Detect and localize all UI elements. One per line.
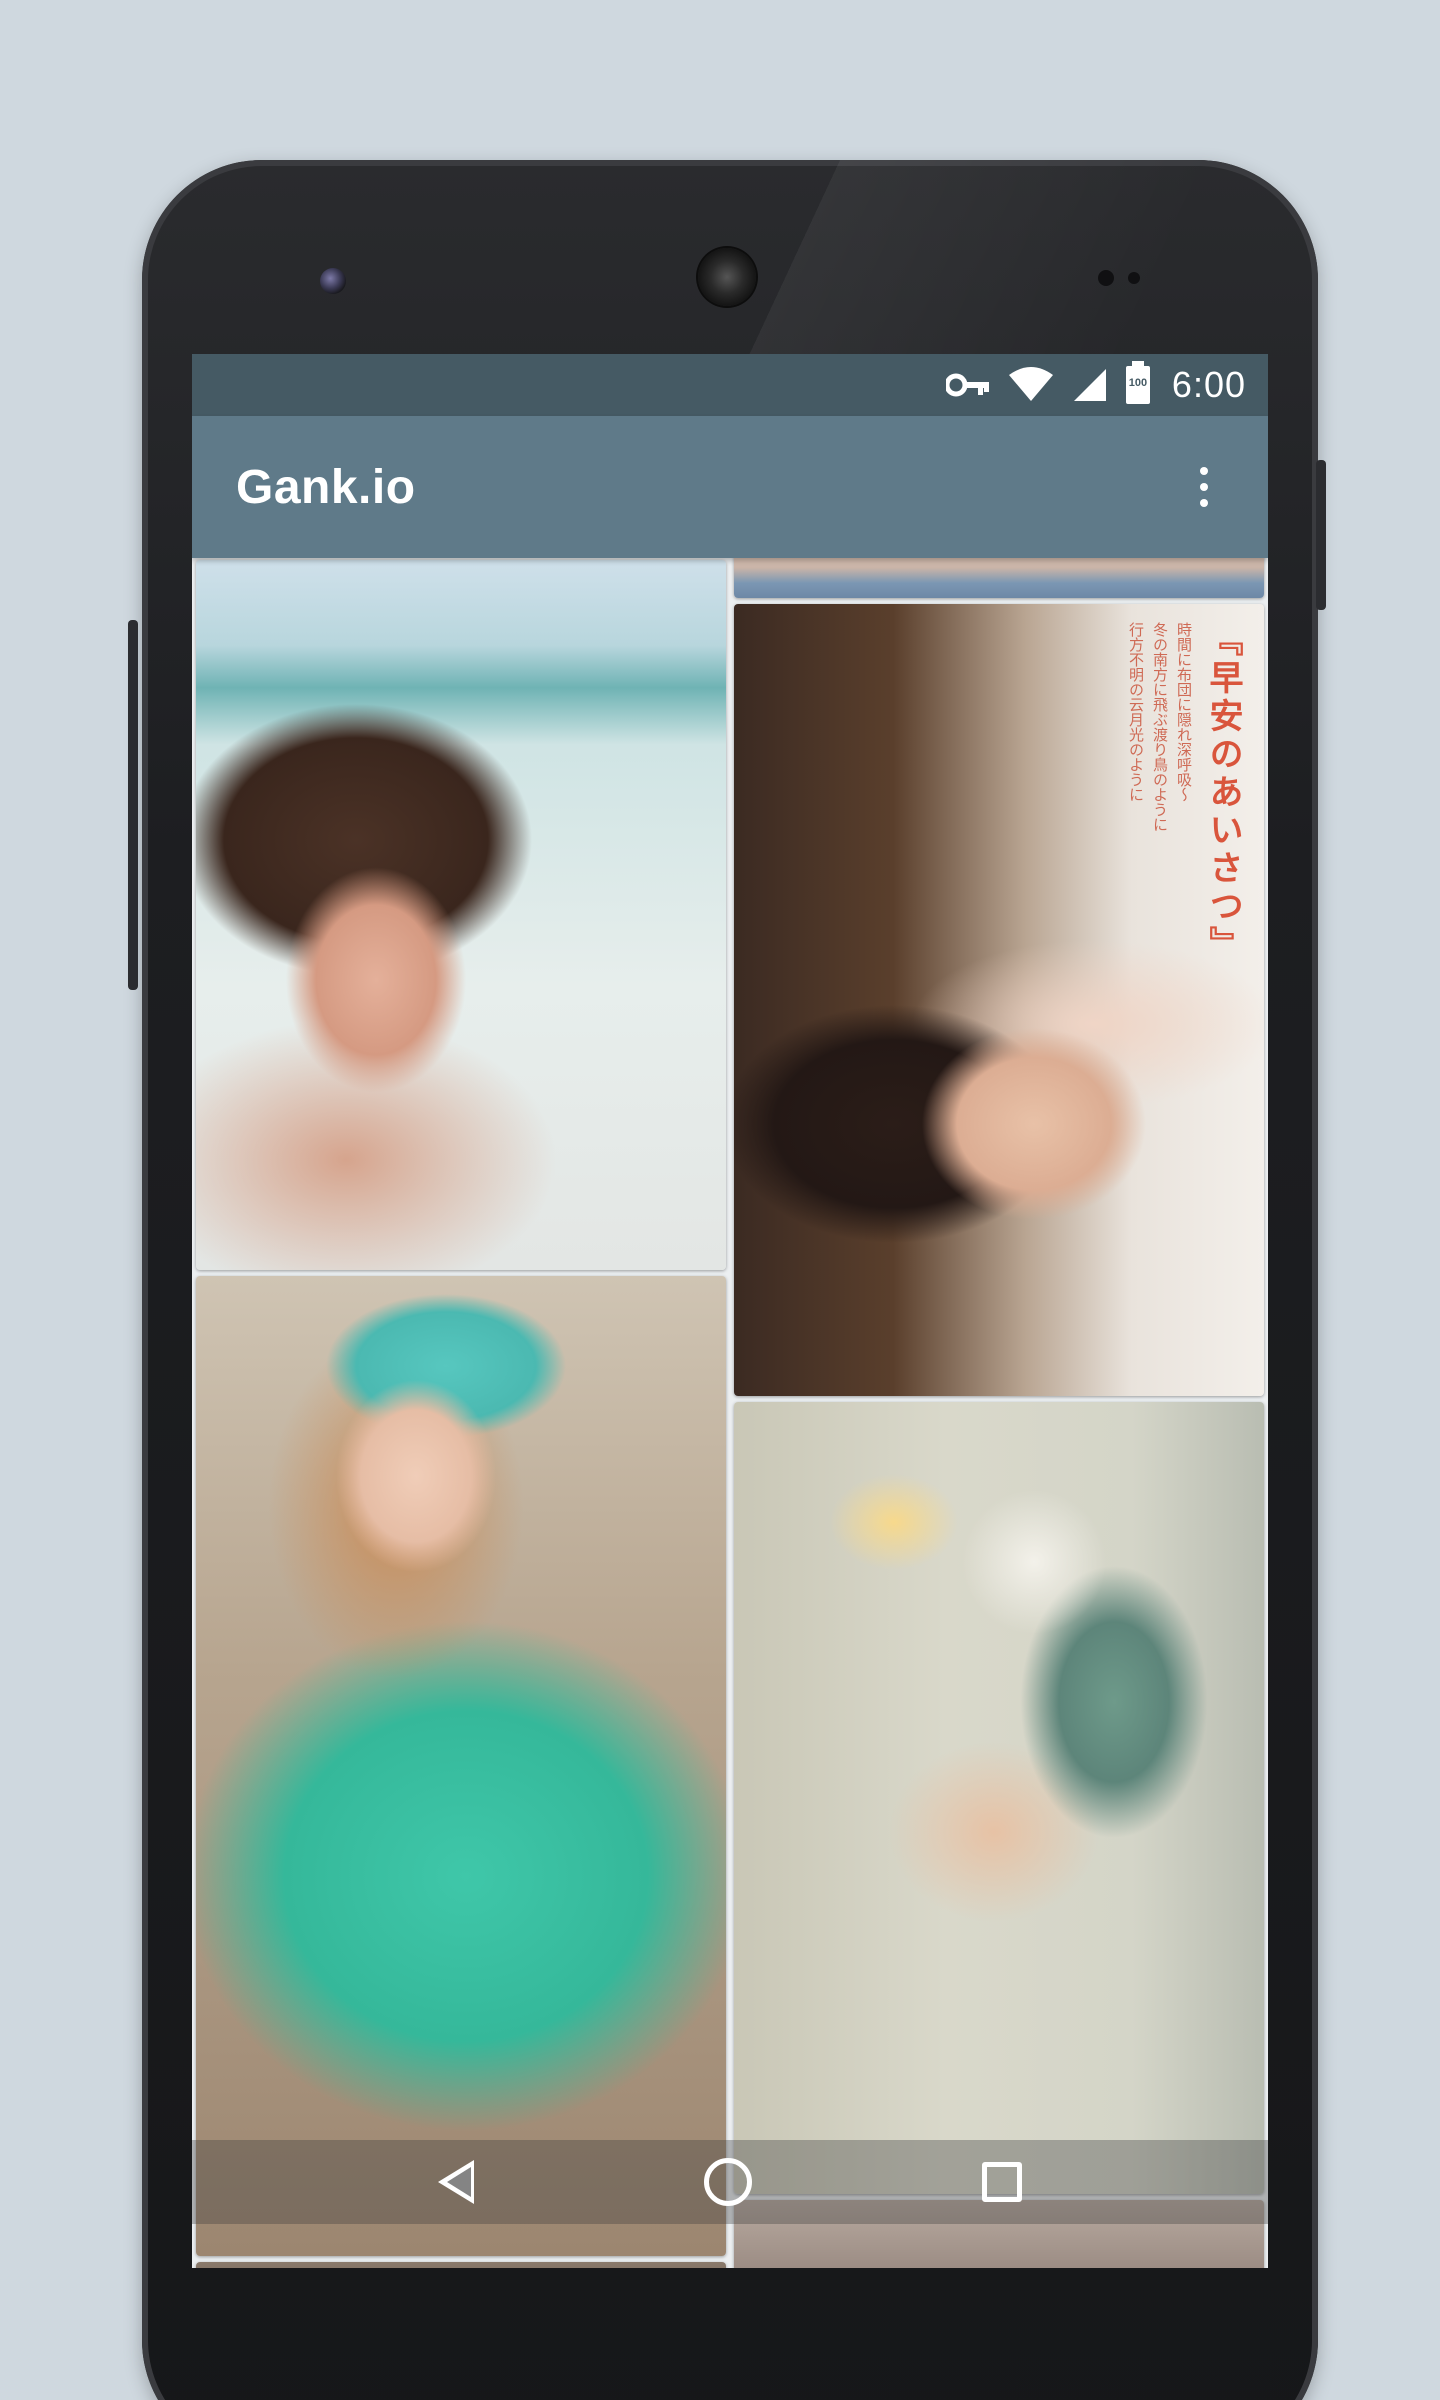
navigation-bar [192, 2140, 1268, 2224]
earpiece-speaker [698, 248, 756, 306]
more-vert-icon[interactable] [1184, 457, 1224, 517]
photo-card[interactable] [196, 2262, 726, 2268]
proximity-sensor [1098, 270, 1114, 286]
vpn-key-icon [945, 373, 989, 397]
photo-overlay-text: 『早安のあいさつ』 時間に布団に隠れ深呼吸〜 冬の南方に飛ぶ渡り鳥のように 行方… [1127, 622, 1248, 964]
photo-grid[interactable]: 『早安のあいさつ』 時間に布団に隠れ深呼吸〜 冬の南方に飛ぶ渡り鳥のように 行方… [192, 548, 1268, 2268]
wifi-icon [1008, 367, 1053, 401]
photo-image: 『早安のあいさつ』 時間に布団に隠れ深呼吸〜 冬の南方に飛ぶ渡り鳥のように 行方… [734, 604, 1264, 1396]
battery-level: 100 [1128, 377, 1148, 389]
photo-overlay-line: 冬の南方に飛ぶ渡り鳥のように [1151, 622, 1169, 832]
back-icon[interactable] [438, 2160, 474, 2204]
power-button [1316, 460, 1326, 610]
photo-image [734, 1402, 1264, 2194]
photo-card[interactable] [196, 1276, 726, 2256]
cell-signal-icon [1073, 369, 1106, 401]
device-screen: 100 6:00 Gank.io 『早安のあいさつ』 時間に布団に隠れ深呼吸〜 … [192, 354, 1268, 2268]
photo-image [196, 2262, 726, 2268]
front-camera [320, 268, 346, 294]
app-title: Gank.io [236, 460, 416, 514]
volume-button [128, 620, 138, 990]
photo-card[interactable] [734, 1402, 1264, 2194]
photo-overlay-line: 時間に布団に隠れ深呼吸〜 [1175, 622, 1193, 802]
status-bar: 100 6:00 [192, 354, 1268, 416]
recents-icon[interactable] [982, 2162, 1022, 2202]
photo-overlay-line: 行方不明の云月光のように [1127, 622, 1145, 802]
app-bar: Gank.io [192, 416, 1268, 558]
photo-card[interactable] [196, 560, 726, 1270]
photo-image [196, 560, 726, 1270]
status-time: 6:00 [1171, 364, 1246, 405]
photo-card[interactable]: 『早安のあいさつ』 時間に布団に隠れ深呼吸〜 冬の南方に飛ぶ渡り鳥のように 行方… [734, 604, 1264, 1396]
home-icon[interactable] [704, 2158, 752, 2206]
light-sensor [1128, 272, 1140, 284]
photo-overlay-title: 『早安のあいさつ』 [1203, 622, 1243, 964]
battery-icon: 100 [1125, 361, 1150, 404]
photo-image [196, 1276, 726, 2256]
